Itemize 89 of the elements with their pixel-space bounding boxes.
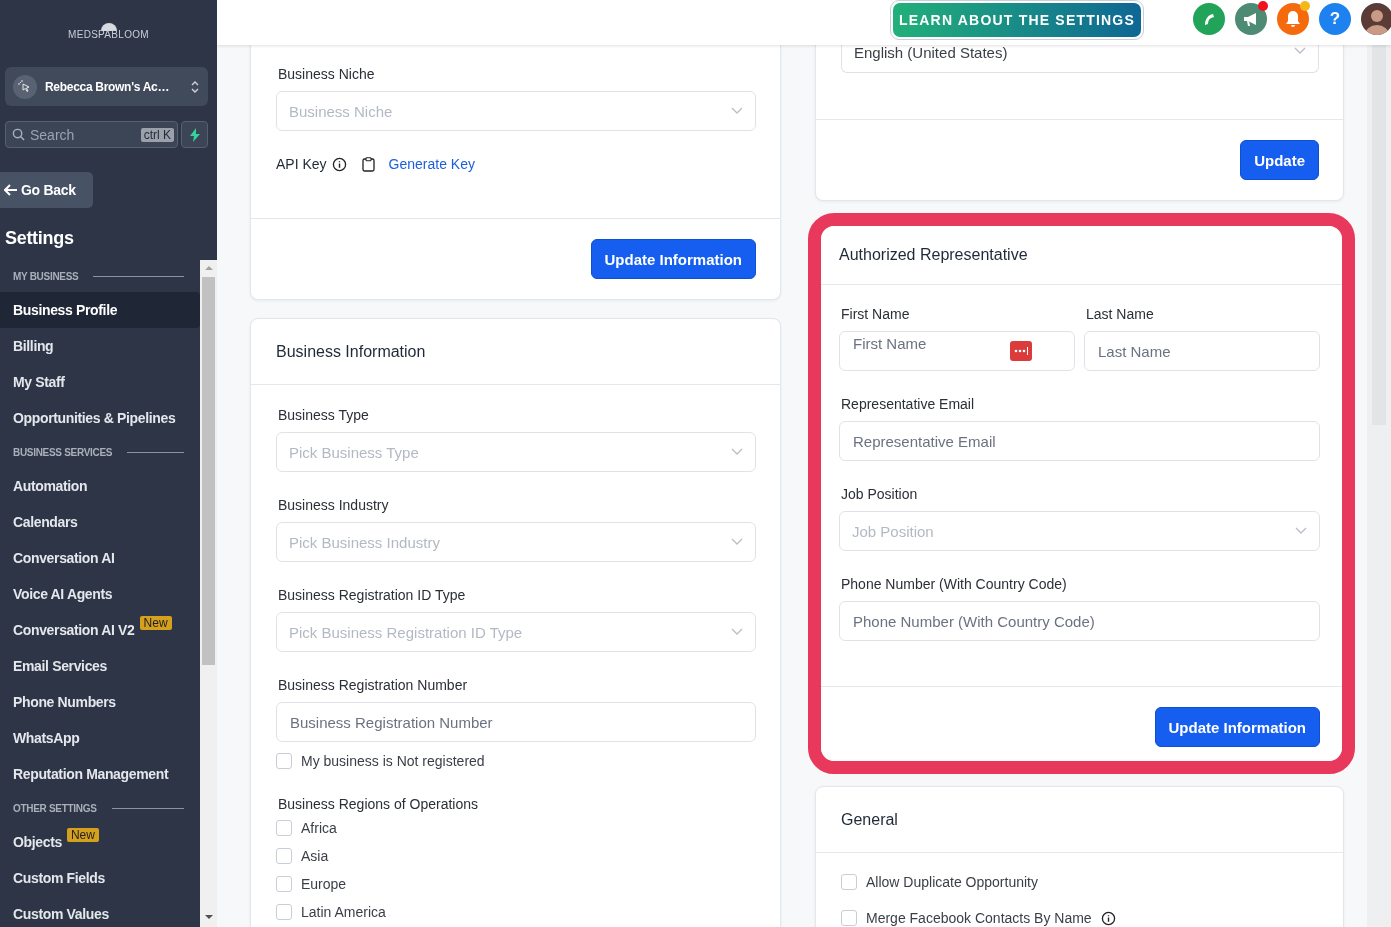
checkbox-label: Merge Facebook Contacts By Name [866,910,1092,926]
sidebar-item[interactable]: Objects New [0,824,200,860]
card-title: General [841,810,898,829]
update-button[interactable]: Update [1240,140,1319,180]
input-field[interactable]: Phone Number (With Country Code) [839,601,1320,641]
checkbox-label: Asia [301,848,329,864]
chevron-down-icon [1294,47,1306,55]
sidebar-item[interactable]: Custom Fields [0,860,200,896]
account-switcher[interactable]: Rebecca Brown's Ac… [5,67,208,106]
sidebar-item[interactable]: Business Profile [0,292,200,328]
clipboard-icon [361,156,375,172]
update-button[interactable]: Update Information [1154,707,1320,747]
sidebar-item[interactable]: Reputation Management [0,756,200,792]
input-field[interactable]: Representative Email [839,421,1320,461]
go-back-button[interactable]: Go Back [0,172,93,208]
checkbox-label: My business is Not registered [301,753,485,769]
field-label: Business Industry [278,496,390,515]
bell-icon [1285,10,1301,28]
sidebar-item[interactable]: Opportunities & Pipelines [0,400,200,436]
new-badge: New [139,616,172,630]
checkbox[interactable] [276,848,292,864]
logo-text: MEDSPABLOOM [68,29,149,40]
search-icon [12,128,25,141]
checkbox-label: Africa [301,820,337,836]
input-field[interactable]: First Name [839,331,1075,371]
info-icon [331,156,347,172]
chevron-down-icon [731,448,743,456]
sidebar-item[interactable]: WhatsApp [0,720,200,756]
sidebar-item[interactable]: Calendars [0,504,200,540]
generate-key-link[interactable]: Generate Key [388,156,475,172]
field-label: Business Type [278,406,370,425]
info-icon [1100,910,1116,926]
input-field[interactable]: Business Registration Number [276,702,756,742]
section-heading: BUSINESS SERVICES [13,446,113,458]
sidebar-item[interactable]: My Staff [0,364,200,400]
chevron-down-icon [731,107,743,115]
field-label: Business Registration Number [278,676,469,695]
input-field[interactable]: Last Name [1084,331,1320,371]
checkbox[interactable] [841,874,857,890]
avatar[interactable] [1361,3,1391,35]
chevron-down-icon [731,538,743,546]
card-title: Authorized Representative [839,246,1028,264]
chevron-down-icon [1295,527,1307,535]
checkbox-label: Europe [301,876,347,892]
search-field[interactable]: Search ctrl K [5,121,178,148]
field-label: Last Name [1086,305,1155,324]
sidebar-item[interactable]: Email Services [0,648,200,684]
checkbox[interactable] [276,876,292,892]
field-label: API Key [276,156,327,172]
sidebar-item[interactable]: Automation [0,468,200,504]
scrollbar[interactable] [1367,45,1391,927]
help-button[interactable]: ? [1319,3,1351,35]
field-label: Phone Number (With Country Code) [841,575,1068,594]
sidebar-item[interactable]: Conversation AI [0,540,200,576]
checkbox[interactable] [276,904,292,920]
checkbox[interactable] [841,910,857,926]
password-manager-icon[interactable] [1010,341,1032,361]
checkbox-label: Allow Duplicate Opportunity [866,874,1038,890]
arrow-left-icon [4,184,18,196]
field-label: Job Position [841,485,919,504]
notifications-button[interactable] [1277,3,1309,35]
new-badge: New [66,828,99,842]
announcements-button[interactable] [1235,3,1267,35]
card-title: Business Information [276,342,426,361]
section-heading: OTHER SETTINGS [13,802,97,814]
checkbox[interactable] [276,753,292,769]
phone-button[interactable] [1193,3,1225,35]
pointer-icon [18,79,32,94]
settings-title: Settings [5,228,75,250]
sidebar-item[interactable]: Billing [0,328,200,364]
sidebar-item[interactable]: Voice AI Agents [0,576,200,612]
field-label: First Name [841,305,911,324]
quick-action-button[interactable] [181,121,208,148]
shortcut-hint: ctrl K [140,127,174,142]
chevron-down-icon [731,628,743,636]
sidebar-item[interactable]: Custom Values [0,896,200,927]
section-heading: MY BUSINESS [13,270,79,282]
sidebar-item[interactable]: Phone Numbers [0,684,200,720]
field-label: Representative Email [841,395,976,414]
checkbox[interactable] [276,820,292,836]
lightning-icon [188,127,201,142]
checkbox-label: Latin America [301,904,386,920]
field-label: Business Niche [278,65,376,84]
field-label: Business Regions of Operations [278,795,479,814]
field-label: Business Registration ID Type [278,586,467,605]
sidebar-item[interactable]: Conversation AI V2 New [0,612,200,648]
learn-settings-button[interactable]: LEARN ABOUT THE SETTINGS [893,3,1141,37]
scrollbar[interactable] [200,260,217,927]
update-button[interactable]: Update Information [590,239,756,279]
